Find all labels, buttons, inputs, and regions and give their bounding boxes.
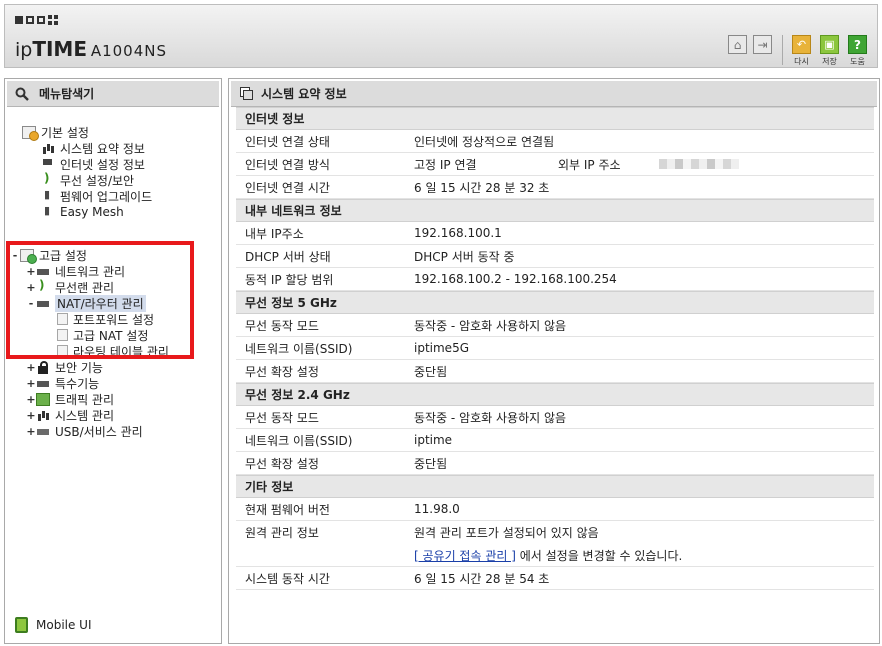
redacted-ip [658, 159, 739, 169]
traffic-icon [36, 392, 50, 406]
section-wireless-5ghz: 무선 정보 5 GHz [236, 291, 874, 314]
tree-system-management[interactable]: + 시스템 관리 [26, 407, 114, 423]
monitor-icon [41, 158, 55, 171]
help-button[interactable]: ? 도움 [848, 35, 867, 67]
expand-toggle[interactable]: + [26, 409, 36, 422]
chart-icon [36, 409, 50, 422]
main-panel: 시스템 요약 정보 인터넷 정보 인터넷 연결 상태 인터넷에 정상적으로 연결… [228, 78, 880, 644]
logout-icon[interactable]: ⇥ [753, 35, 772, 54]
mobile-ui-link[interactable]: Mobile UI [15, 617, 92, 633]
table-row: 인터넷 연결 시간 6 일 15 시간 28 분 32 초 [236, 176, 874, 199]
table-row: 현재 펌웨어 버전 11.98.0 [236, 498, 874, 521]
table-row: 인터넷 연결 상태 인터넷에 정상적으로 연결됨 [236, 130, 874, 153]
table-row: 인터넷 연결 방식 고정 IP 연결 외부 IP 주소 [236, 153, 874, 176]
table-row: 네트워크 이름(SSID) iptime [236, 429, 874, 452]
header-toolbar: ⌂ ⇥ ↶ 다시 ▣ 저장 ? 도움 [722, 35, 867, 67]
tree-basic-settings[interactable]: 기본 설정 [22, 124, 89, 141]
help-icon: ? [848, 35, 867, 54]
section-wireless-24ghz: 무선 정보 2.4 GHz [236, 383, 874, 406]
tree-security-features[interactable]: + 보안 기능 [26, 359, 103, 375]
brand-mark [15, 15, 58, 25]
table-row: 내부 IP주소 192.168.100.1 [236, 222, 874, 245]
redo-label: 다시 [794, 57, 809, 66]
tree-item-easy-mesh[interactable]: Easy Mesh [41, 204, 124, 220]
expand-toggle[interactable]: + [26, 425, 36, 438]
section-other: 기타 정보 [236, 475, 874, 498]
table-row: 무선 동작 모드 동작중 - 암호화 사용하지 않음 [236, 406, 874, 429]
menu-explorer-title: 메뉴탐색기 [39, 87, 95, 101]
redo-icon: ↶ [792, 35, 811, 54]
summary-table: 인터넷 정보 인터넷 연결 상태 인터넷에 정상적으로 연결됨 인터넷 연결 방… [236, 107, 874, 590]
brand-logo: ipTIME A1004NS [15, 37, 168, 61]
highlight-annotation-box [6, 241, 194, 359]
tree-traffic-management[interactable]: + 트래픽 관리 [26, 391, 114, 407]
table-row: 무선 확장 설정 중단됨 [236, 360, 874, 383]
table-row: 무선 확장 설정 중단됨 [236, 452, 874, 475]
model-name: A1004NS [90, 42, 168, 60]
table-row: 동적 IP 할당 범위 192.168.100.2 - 192.168.100.… [236, 268, 874, 291]
table-row: 시스템 동작 시간 6 일 15 시간 28 분 54 초 [236, 567, 874, 590]
table-row: 원격 관리 정보 원격 관리 포트가 설정되어 있지 않음 [245, 526, 599, 540]
firmware-icon [41, 188, 55, 203]
mesh-icon [41, 204, 55, 219]
help-label: 도움 [850, 57, 865, 66]
search-icon [15, 87, 29, 101]
wireless-icon [41, 171, 55, 187]
menu-explorer-header: 메뉴탐색기 [7, 81, 219, 107]
table-row: DHCP 서버 상태 DHCP 서버 동작 중 [236, 245, 874, 268]
expand-toggle[interactable]: + [26, 393, 36, 406]
tree-item-firmware-upgrade[interactable]: 펌웨어 업그레이드 [41, 188, 152, 204]
tree-item-internet-settings[interactable]: 인터넷 설정 정보 [41, 156, 145, 172]
table-row: 무선 동작 모드 동작중 - 암호화 사용하지 않음 [236, 314, 874, 337]
tree-usb-service-management[interactable]: + USB/서비스 관리 [26, 423, 142, 439]
redo-button[interactable]: ↶ 다시 [792, 35, 811, 67]
main-panel-header: 시스템 요약 정보 [231, 81, 877, 107]
menu-explorer: 메뉴탐색기 기본 설정 시스템 요약 정보 인터넷 설정 정보 무선 설정/보안… [4, 78, 222, 644]
mobile-phone-icon [15, 617, 28, 633]
save-label: 저장 [822, 57, 837, 66]
tree-item-wireless-security[interactable]: 무선 설정/보안 [41, 171, 134, 188]
table-row: 네트워크 이름(SSID) iptime5G [236, 337, 874, 360]
table-row: [ 공유기 접속 관리 ] 에서 설정을 변경할 수 있습니다. [236, 544, 874, 567]
chart-icon [41, 142, 55, 155]
section-lan: 내부 네트워크 정보 [236, 199, 874, 222]
page-title: 시스템 요약 정보 [261, 87, 347, 101]
expand-toggle[interactable]: + [26, 377, 36, 390]
remote-management-link[interactable]: [ 공유기 접속 관리 ] [414, 549, 516, 563]
expand-toggle[interactable]: + [26, 361, 36, 374]
home-icon[interactable]: ⌂ [728, 35, 747, 54]
folder-icon [22, 125, 39, 141]
special-icon [36, 377, 50, 390]
summary-icon [239, 87, 253, 101]
save-icon: ▣ [820, 35, 839, 54]
save-button[interactable]: ▣ 저장 [820, 35, 839, 67]
tree-special-features[interactable]: + 특수기능 [26, 375, 99, 391]
top-header: ipTIME A1004NS ⌂ ⇥ ↶ 다시 ▣ 저장 ? 도움 [4, 4, 878, 68]
usb-icon [36, 425, 50, 438]
lock-icon [36, 360, 50, 374]
tree-item-system-summary[interactable]: 시스템 요약 정보 [41, 140, 145, 156]
section-internet: 인터넷 정보 [236, 107, 874, 130]
